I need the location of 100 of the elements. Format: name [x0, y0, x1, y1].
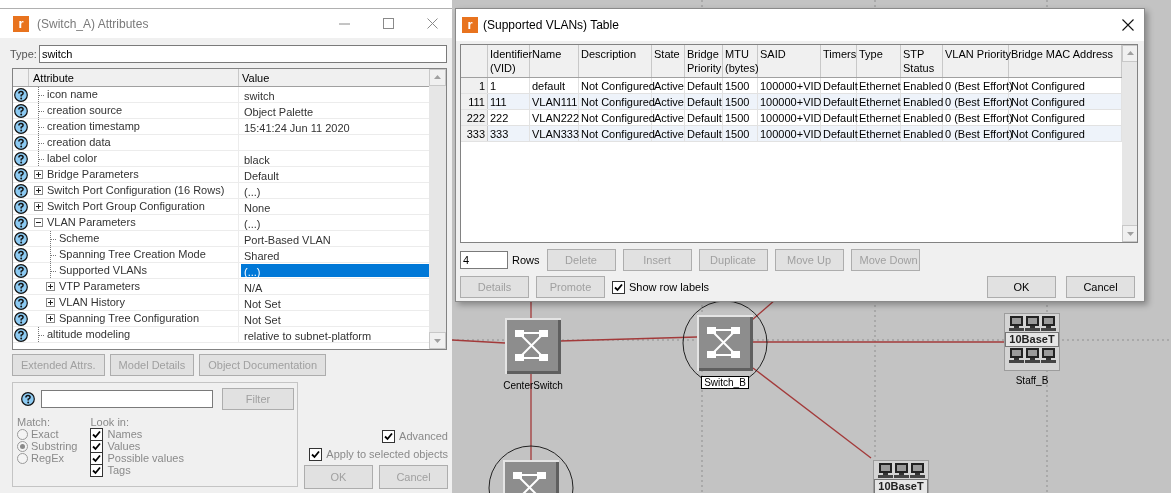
option-label: Tags [107, 464, 131, 476]
table-cell: Default [685, 126, 723, 141]
table-cell: 111 [488, 94, 530, 109]
help-icon[interactable] [14, 119, 28, 134]
filter-field[interactable] [41, 390, 213, 408]
checkbox[interactable] [612, 280, 625, 294]
column-header[interactable]: Identifier (VID) [488, 45, 530, 77]
help-icon[interactable] [21, 392, 35, 406]
help-icon[interactable] [14, 311, 28, 326]
attribute-name: Supported VLANs [59, 263, 148, 279]
attribute-name: Switch Port Configuration (16 Rows) [47, 183, 225, 199]
table-cell: Ethernet [857, 110, 901, 125]
table-cell: Enabled [901, 78, 943, 93]
help-icon[interactable] [14, 247, 28, 262]
help-icon[interactable] [14, 327, 28, 342]
checkbox[interactable] [90, 427, 104, 441]
column-header[interactable]: State [652, 45, 685, 77]
row-label[interactable]: 111 [461, 94, 488, 109]
table-cell: Not Configured [579, 78, 652, 93]
type-field[interactable]: switch [38, 45, 447, 63]
row-label[interactable]: 333 [461, 126, 488, 141]
column-header[interactable]: Timers [821, 45, 857, 77]
expand-icon[interactable] [34, 186, 43, 195]
row-label[interactable]: 222 [461, 110, 488, 125]
attribute-name: icon name [47, 87, 98, 103]
table-cell: VLAN333 [530, 126, 579, 141]
table-cell: 1500 [723, 110, 758, 125]
help-icon[interactable] [14, 135, 28, 150]
checkbox[interactable] [309, 447, 323, 461]
attribute-name: VLAN History [59, 295, 126, 311]
table-cell: Default [685, 110, 723, 125]
help-icon[interactable] [14, 87, 28, 102]
column-header[interactable]: Description [579, 45, 652, 77]
column-header[interactable]: MTU (bytes) [723, 45, 758, 77]
row-label[interactable]: 1 [461, 78, 488, 93]
table-cell: 333 [488, 126, 530, 141]
field-label: Type: [10, 46, 37, 62]
table-cell: Enabled [901, 94, 943, 109]
table-cell: Enabled [901, 110, 943, 125]
help-icon[interactable] [14, 151, 28, 166]
radio-button[interactable] [17, 428, 28, 440]
attribute-name: Switch Port Group Configuration [47, 199, 205, 215]
column-header[interactable]: Value [239, 69, 429, 86]
table-cell: VLAN111 [530, 94, 579, 109]
network-link [751, 299, 776, 321]
button[interactable]: OK [987, 276, 1056, 298]
row-count-field[interactable]: 4 [460, 251, 508, 269]
table-cell: Ethernet [857, 126, 901, 141]
table-cell: Enabled [901, 126, 943, 141]
table-cell: Ethernet [857, 94, 901, 109]
column-header[interactable]: Type [857, 45, 901, 77]
collapse-icon[interactable] [34, 218, 43, 227]
expand-icon[interactable] [34, 170, 43, 179]
table-cell: 1 [488, 78, 530, 93]
radio-button[interactable] [17, 452, 28, 464]
tree-line [38, 326, 45, 343]
radio-button[interactable] [17, 440, 28, 452]
column-header[interactable]: Attribute [29, 69, 239, 86]
node-label: CenterSwitch [502, 380, 564, 391]
column-header[interactable]: Bridge Priority [685, 45, 723, 77]
table-cell: Default [821, 110, 857, 125]
option-label: Apply to selected objects [326, 446, 448, 462]
button[interactable]: Cancel [1066, 276, 1135, 298]
attribute-name: VTP Parameters [59, 279, 141, 295]
option-label: Show row labels [629, 279, 710, 295]
switch-icon[interactable] [697, 315, 753, 371]
table-cell: 100000+VID [758, 78, 821, 93]
column-header[interactable]: STP Status [901, 45, 943, 77]
node-label: Staff_B [1014, 375, 1050, 386]
table-cell: 222 [488, 110, 530, 125]
help-icon[interactable] [14, 183, 28, 198]
node-label: Switch_B [702, 377, 748, 388]
table-cell: Not Configured [579, 110, 652, 125]
maximize-icon[interactable] [383, 18, 394, 29]
help-icon[interactable] [14, 279, 28, 294]
help-icon[interactable] [14, 263, 28, 278]
column-header[interactable]: VLAN Priority [943, 45, 1009, 77]
help-icon[interactable] [14, 167, 28, 182]
table-cell: Default [685, 94, 723, 109]
help-icon[interactable] [14, 295, 28, 310]
attribute-name: creation source [47, 103, 123, 119]
expand-icon[interactable] [46, 298, 55, 307]
computers-icon [1008, 348, 1056, 363]
hub-device[interactable]: 10BaseT [1004, 313, 1060, 371]
column-header[interactable]: Name [530, 45, 579, 77]
expand-icon[interactable] [34, 202, 43, 211]
column-header[interactable]: SAID [758, 45, 821, 77]
expand-icon[interactable] [46, 314, 55, 323]
expand-icon[interactable] [46, 282, 55, 291]
help-icon[interactable] [14, 231, 28, 246]
close-icon[interactable] [1122, 19, 1134, 31]
switch-icon[interactable] [505, 318, 561, 374]
option-label: Values [107, 440, 141, 452]
table-cell: 1500 [723, 94, 758, 109]
checkbox[interactable] [382, 429, 396, 443]
attribute-name: creation timestamp [47, 119, 140, 135]
hub-device[interactable]: 10BaseT [873, 460, 929, 493]
help-icon[interactable] [14, 215, 28, 230]
help-icon[interactable] [14, 199, 28, 214]
help-icon[interactable] [14, 103, 28, 118]
